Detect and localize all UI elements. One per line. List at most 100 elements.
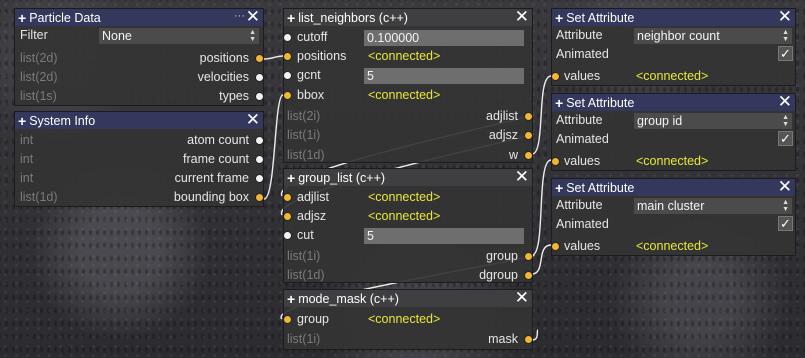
close-icon[interactable]: ✕ xyxy=(515,169,529,186)
ellipsis-icon[interactable]: ··· xyxy=(234,9,245,24)
attribute-select[interactable]: group id ▲ ▼ xyxy=(634,113,792,129)
output-adjsz: adjsz xyxy=(488,128,518,142)
connected-value: <connected> xyxy=(636,154,709,168)
gcnt-field[interactable]: 5 xyxy=(364,68,524,84)
output-port-mask[interactable] xyxy=(524,335,533,344)
output-port-positions[interactable] xyxy=(255,54,264,63)
output-port-dgroup[interactable] xyxy=(524,271,533,280)
list-neighbors-titlebar[interactable]: + list_neighbors (c++) ✕ xyxy=(284,9,532,26)
input-bbox-label: bbox xyxy=(297,88,325,102)
output-port-w[interactable] xyxy=(524,151,533,160)
attribute-value: group id xyxy=(637,114,683,128)
spinner-arrows-icon: ▲ ▼ xyxy=(782,199,789,213)
node-title: list_neighbors (c++) xyxy=(298,10,408,25)
connected-value: <connected> xyxy=(636,239,709,253)
close-icon[interactable]: ✕ xyxy=(246,112,260,129)
output-port-atom-count[interactable] xyxy=(255,136,264,145)
filter-select[interactable]: None ▲ ▼ xyxy=(99,28,259,44)
output-type: list(1d) xyxy=(20,190,58,204)
set-attribute-titlebar[interactable]: + Set Attribute ✕ xyxy=(552,179,795,196)
input-port-values[interactable] xyxy=(551,72,560,81)
plus-icon[interactable]: + xyxy=(555,11,563,25)
list-neighbors-node[interactable]: + list_neighbors (c++) ✕ cutoff 0.100000… xyxy=(283,8,533,163)
output-port-frame-count[interactable] xyxy=(255,155,264,164)
input-port-cut[interactable] xyxy=(283,231,292,240)
connected-value: <connected> xyxy=(368,209,441,223)
node-title: group_list (c++) xyxy=(298,170,386,185)
plus-icon[interactable]: + xyxy=(555,181,563,195)
output-type: list(2d) xyxy=(20,51,58,65)
close-icon[interactable]: ✕ xyxy=(778,9,792,26)
attribute-label: Attribute xyxy=(556,113,603,127)
connected-value: <connected> xyxy=(368,190,441,204)
filter-label: Filter xyxy=(20,28,48,42)
output-port-adjsz[interactable] xyxy=(524,131,533,140)
output-type: list(1d) xyxy=(287,268,325,282)
output-mask: mask xyxy=(488,332,518,346)
mode-mask-node[interactable]: + mode_mask (c++) ✕ group <connected> li… xyxy=(283,289,533,350)
input-port-values[interactable] xyxy=(551,157,560,166)
input-adjlist-label: adjlist xyxy=(297,190,329,204)
animated-checkbox[interactable]: ✓ xyxy=(778,216,793,231)
plus-icon[interactable]: + xyxy=(555,96,563,110)
spinner-arrows-icon: ▲ ▼ xyxy=(782,114,789,128)
plus-icon[interactable]: + xyxy=(18,114,26,128)
output-type: list(2d) xyxy=(20,70,58,84)
input-port-gcnt[interactable] xyxy=(283,71,292,80)
plus-icon[interactable]: + xyxy=(18,11,26,25)
output-port-adjlist[interactable] xyxy=(524,112,533,121)
system-info-node[interactable]: + System Info ✕ int atom count int frame… xyxy=(14,111,264,207)
node-title: Set Attribute xyxy=(566,10,635,25)
input-adjsz-label: adjsz xyxy=(297,209,327,223)
output-port-velocities[interactable] xyxy=(255,73,264,82)
output-port-group[interactable] xyxy=(524,252,533,261)
input-port-adjlist[interactable] xyxy=(283,193,292,202)
particle-data-titlebar[interactable]: + Particle Data ··· ✕ xyxy=(15,9,263,26)
group-list-titlebar[interactable]: + group_list (c++) ✕ xyxy=(284,169,532,186)
plus-icon[interactable]: + xyxy=(287,11,295,25)
input-port-group[interactable] xyxy=(283,315,292,324)
attribute-select[interactable]: main cluster ▲ ▼ xyxy=(634,198,792,214)
set-attribute-node-1[interactable]: + Set Attribute ✕ Attribute neighbor cou… xyxy=(551,8,796,86)
close-icon[interactable]: ✕ xyxy=(778,179,792,196)
input-port-cutoff[interactable] xyxy=(283,33,292,42)
attribute-select[interactable]: neighbor count ▲ ▼ xyxy=(634,28,792,44)
set-attribute-titlebar[interactable]: + Set Attribute ✕ xyxy=(552,9,795,26)
set-attribute-node-3[interactable]: + Set Attribute ✕ Attribute main cluster… xyxy=(551,178,796,256)
set-attribute-node-2[interactable]: + Set Attribute ✕ Attribute group id ▲ ▼ … xyxy=(551,93,796,171)
input-positions-label: positions xyxy=(297,49,347,63)
spinner-arrows-icon: ▲ ▼ xyxy=(782,29,789,43)
mode-mask-titlebar[interactable]: + mode_mask (c++) ✕ xyxy=(284,290,532,307)
group-list-node[interactable]: + group_list (c++) ✕ adjlist <connected>… xyxy=(283,168,533,283)
output-type: list(1d) xyxy=(287,148,325,162)
plus-icon[interactable]: + xyxy=(287,171,295,185)
output-type: int xyxy=(20,133,34,147)
output-port-current-frame[interactable] xyxy=(255,174,264,183)
plus-icon[interactable]: + xyxy=(287,292,295,306)
output-port-bounding-box[interactable] xyxy=(255,193,264,202)
output-type: int xyxy=(20,152,34,166)
input-port-bbox[interactable] xyxy=(283,91,292,100)
close-icon[interactable]: ✕ xyxy=(515,9,529,26)
values-label: values xyxy=(564,154,601,168)
attribute-value: main cluster xyxy=(637,199,705,213)
input-cutoff-label: cutoff xyxy=(297,30,328,44)
animated-label: Animated xyxy=(556,132,609,146)
particle-data-node[interactable]: + Particle Data ··· ✕ Filter None ▲ ▼ lis… xyxy=(14,8,264,106)
cutoff-field[interactable]: 0.100000 xyxy=(364,30,524,46)
attribute-label: Attribute xyxy=(556,198,603,212)
close-icon[interactable]: ✕ xyxy=(246,9,260,26)
animated-checkbox[interactable]: ✓ xyxy=(778,46,793,61)
close-icon[interactable]: ✕ xyxy=(778,94,792,111)
system-info-titlebar[interactable]: + System Info ✕ xyxy=(15,112,263,129)
input-port-values[interactable] xyxy=(551,242,560,251)
animated-checkbox[interactable]: ✓ xyxy=(778,131,793,146)
set-attribute-titlebar[interactable]: + Set Attribute ✕ xyxy=(552,94,795,111)
animated-label: Animated xyxy=(556,217,609,231)
input-port-adjsz[interactable] xyxy=(283,212,292,221)
cut-field[interactable]: 5 xyxy=(364,228,524,244)
output-port-types[interactable] xyxy=(255,92,264,101)
input-port-positions[interactable] xyxy=(283,52,292,61)
close-icon[interactable]: ✕ xyxy=(515,290,529,307)
node-title: Set Attribute xyxy=(566,95,635,110)
